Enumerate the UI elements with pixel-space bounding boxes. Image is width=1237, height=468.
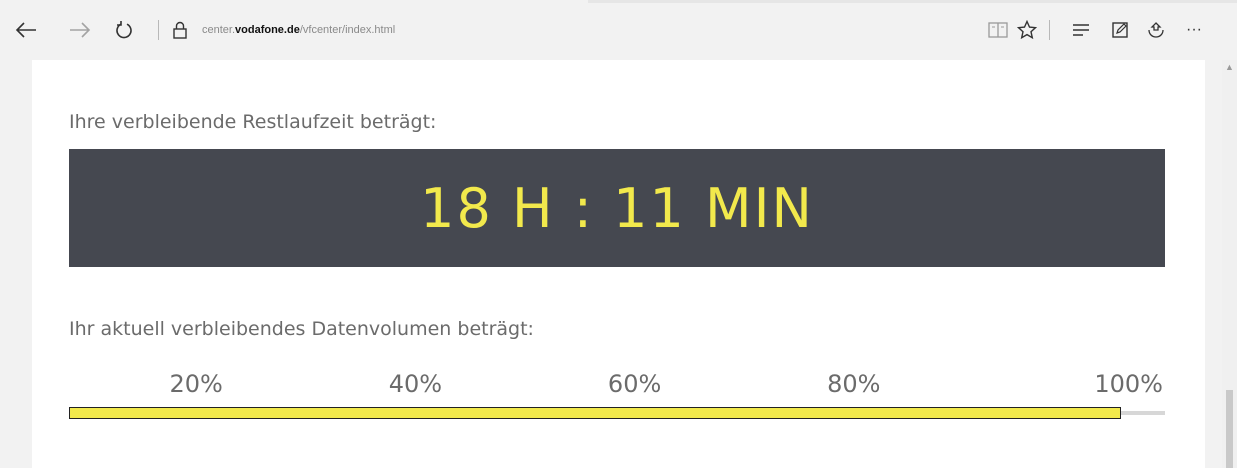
browser-toolbar: center.vodafone.de/vfcenter/index.html ·…: [0, 0, 1237, 60]
runtime-display: 18 H : 11 MIN: [69, 149, 1165, 267]
more-icon[interactable]: ···: [1181, 17, 1207, 43]
toolbar-separator: [158, 20, 159, 40]
volume-scale-tick: 100%: [1094, 370, 1163, 398]
active-tab-strip: [0, 0, 588, 3]
hub-icon[interactable]: [1070, 17, 1092, 43]
scroll-thumb[interactable]: [1226, 390, 1233, 468]
lock-icon[interactable]: [170, 17, 190, 43]
url-path: /vfcenter/index.html: [299, 24, 396, 36]
address-bar[interactable]: center.vodafone.de/vfcenter/index.html: [202, 24, 395, 36]
runtime-label: Ihre verbleibende Restlaufzeit beträgt:: [69, 111, 437, 133]
volume-scale-tick: 40%: [388, 370, 443, 398]
web-note-icon[interactable]: [1109, 17, 1131, 43]
url-domain: vodafone.de: [235, 24, 300, 36]
forward-arrow-icon[interactable]: [66, 17, 94, 43]
volume-scale-tick: 80%: [827, 370, 881, 398]
url-prefix: center.: [202, 24, 236, 36]
volume-scale-tick: 60%: [607, 370, 662, 398]
refresh-icon[interactable]: [110, 17, 138, 43]
volume-scale-tick: 20%: [169, 370, 223, 398]
data-volume-label: Ihr aktuell verbleibendes Datenvolumen b…: [69, 318, 534, 340]
volume-scale: 20% 40% 60% 80% 100%: [69, 370, 1165, 400]
toolbar-separator: [1049, 20, 1050, 40]
star-icon[interactable]: [1016, 17, 1038, 43]
back-arrow-icon[interactable]: [12, 17, 40, 43]
vertical-scrollbar[interactable]: ▲: [1222, 60, 1237, 468]
reading-view-icon[interactable]: [987, 17, 1009, 43]
share-icon[interactable]: [1145, 17, 1167, 43]
runtime-value: 18 H : 11 MIN: [420, 176, 814, 240]
scroll-up-icon[interactable]: ▲: [1222, 60, 1237, 74]
volume-bar-fill: [69, 407, 1122, 419]
